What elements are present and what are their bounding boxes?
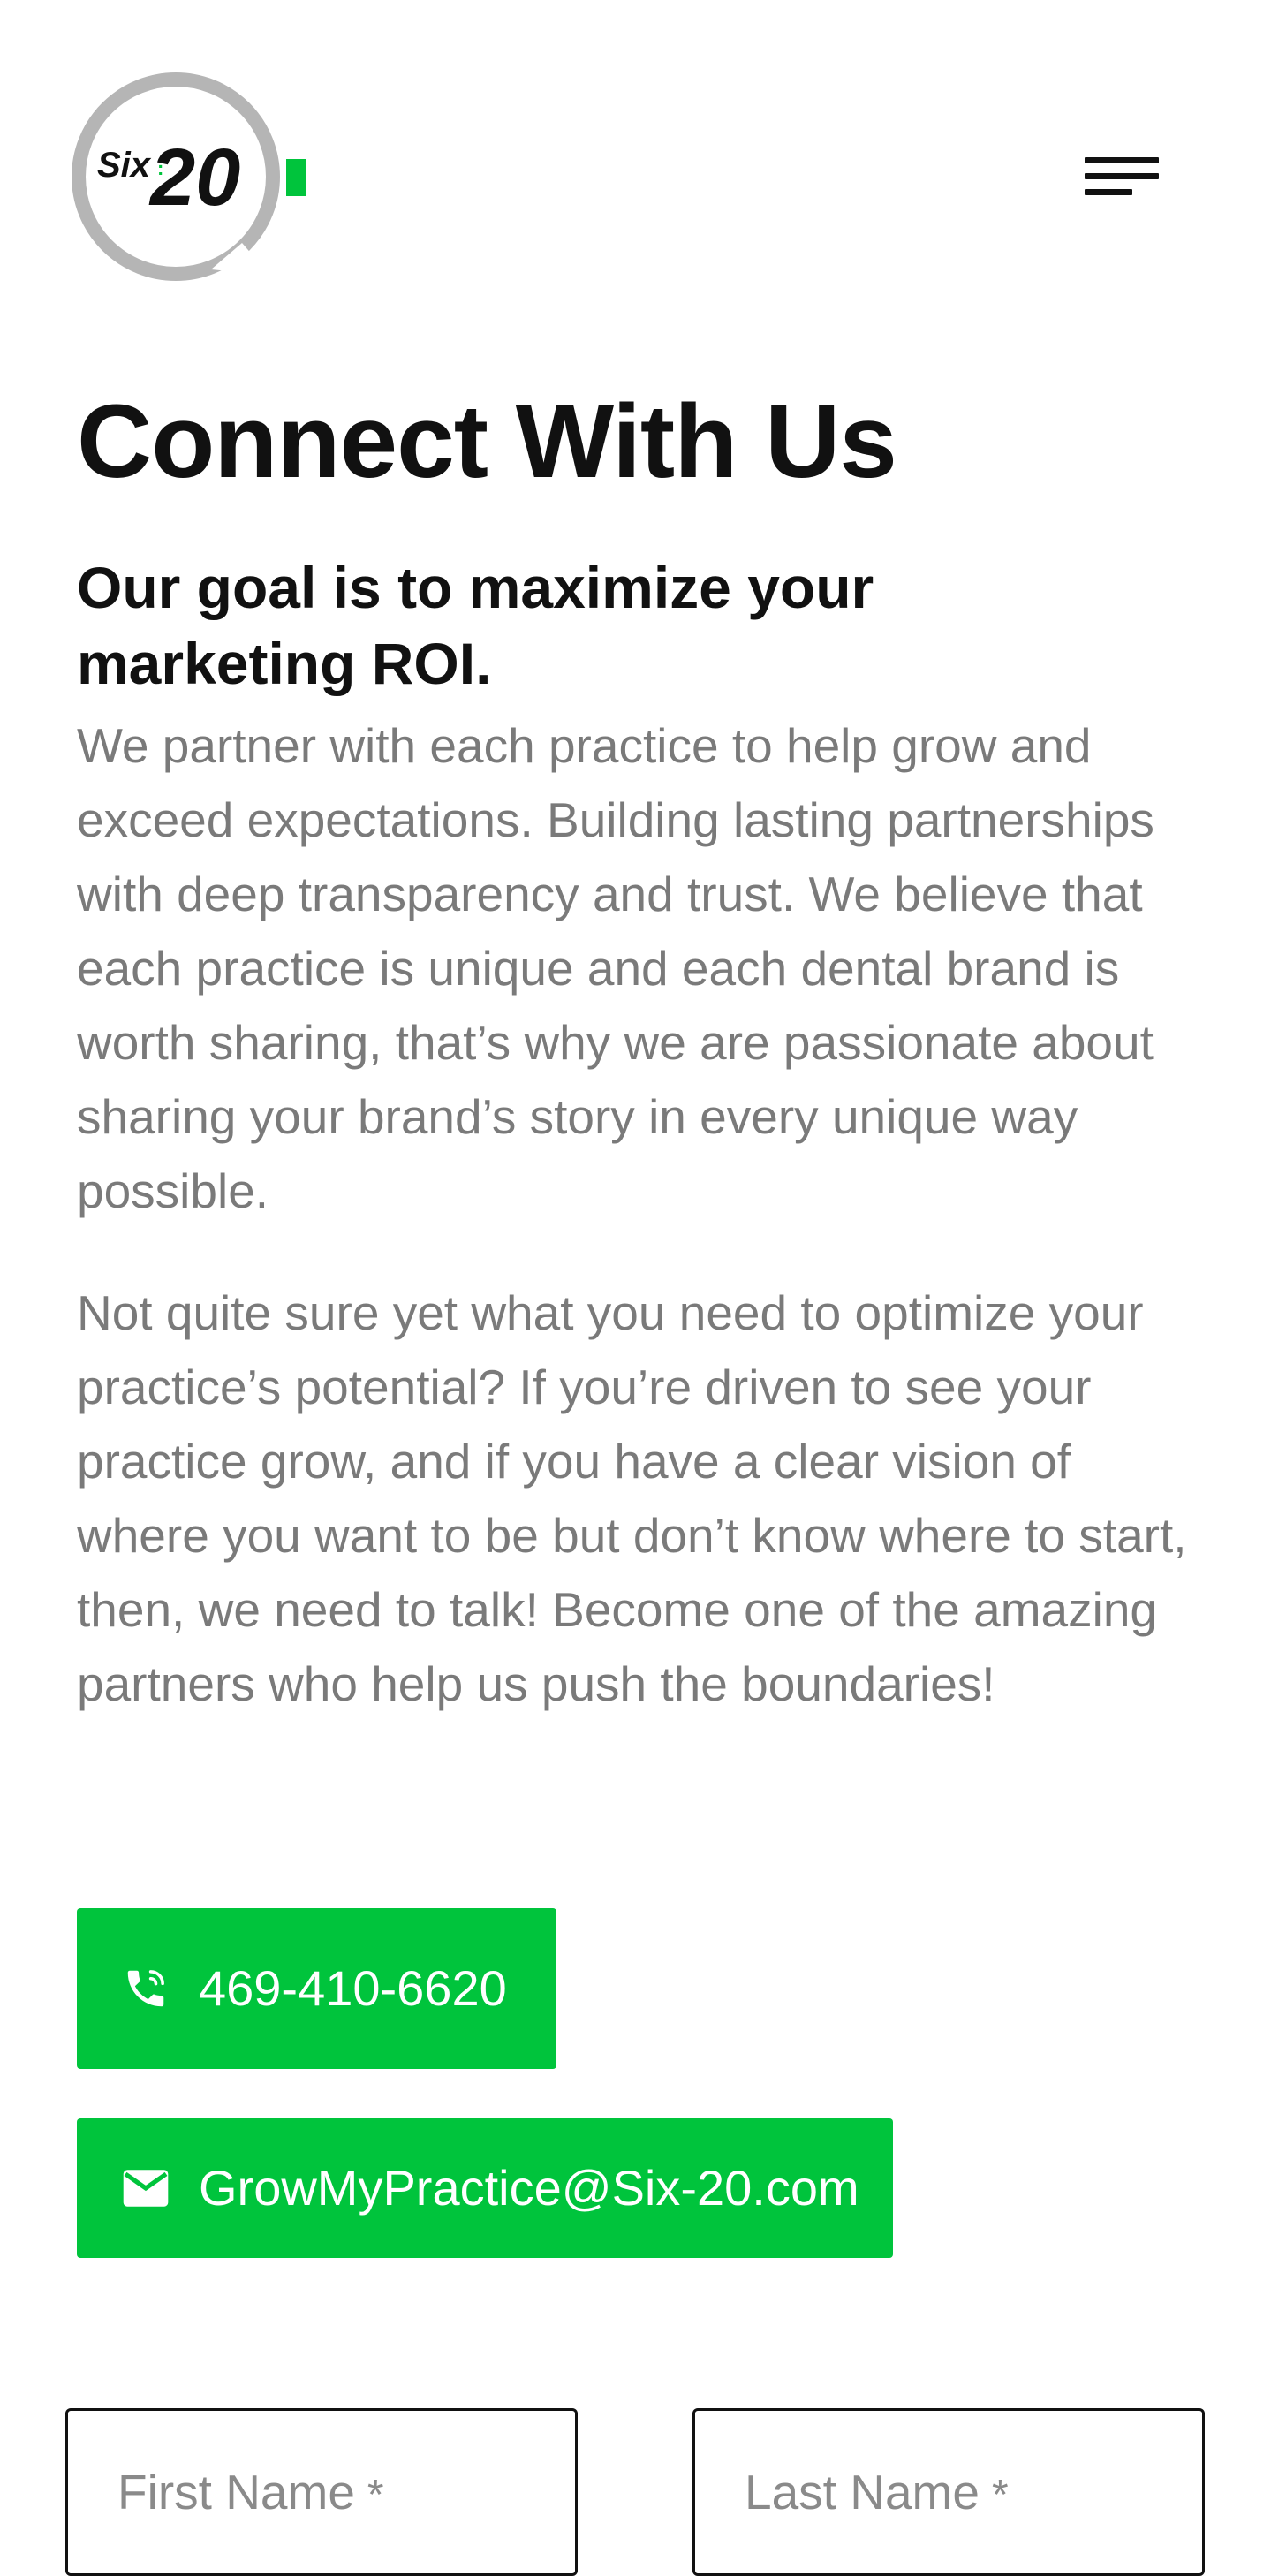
email-button[interactable]: GrowMyPractice@Six-20.com [77,2118,893,2258]
page-title: Connect With Us [77,383,897,500]
last-name-field[interactable]: Last Name * [692,2408,1205,2576]
main-content: Connect With Us Our goal is to maximize … [77,371,1207,1721]
first-name-label: First Name * [117,2465,384,2519]
hamburger-menu-icon[interactable] [1078,150,1162,212]
required-asterisk: * [367,2472,384,2519]
first-name-field[interactable]: First Name * [65,2408,578,2576]
phone-button[interactable]: 469-410-6620 [77,1908,556,2069]
page-subtitle: Our goal is to maximize your marketing R… [77,555,874,696]
last-name-label: Last Name * [745,2465,1009,2519]
logo-number: 20 [148,133,240,223]
cta-paragraph: Not quite sure yet what you need to opti… [77,1285,1187,1711]
phone-icon [121,1964,170,2013]
menu-bar [1085,157,1159,163]
required-asterisk: * [991,2472,1009,2519]
email-address: GrowMyPractice@Six-20.com [199,2160,859,2216]
site-logo[interactable]: Six : 20 [65,71,322,292]
menu-bar [1085,173,1159,179]
phone-number: 469-410-6620 [199,1960,507,2016]
intro-paragraph: We partner with each practice to help gr… [77,718,1154,1218]
site-header: Six : 20 [0,0,1271,336]
logo-prefix: Six [97,146,152,185]
menu-bar [1085,189,1132,195]
logo-mark: Six : 20 [72,72,306,281]
mail-icon [121,2163,170,2213]
